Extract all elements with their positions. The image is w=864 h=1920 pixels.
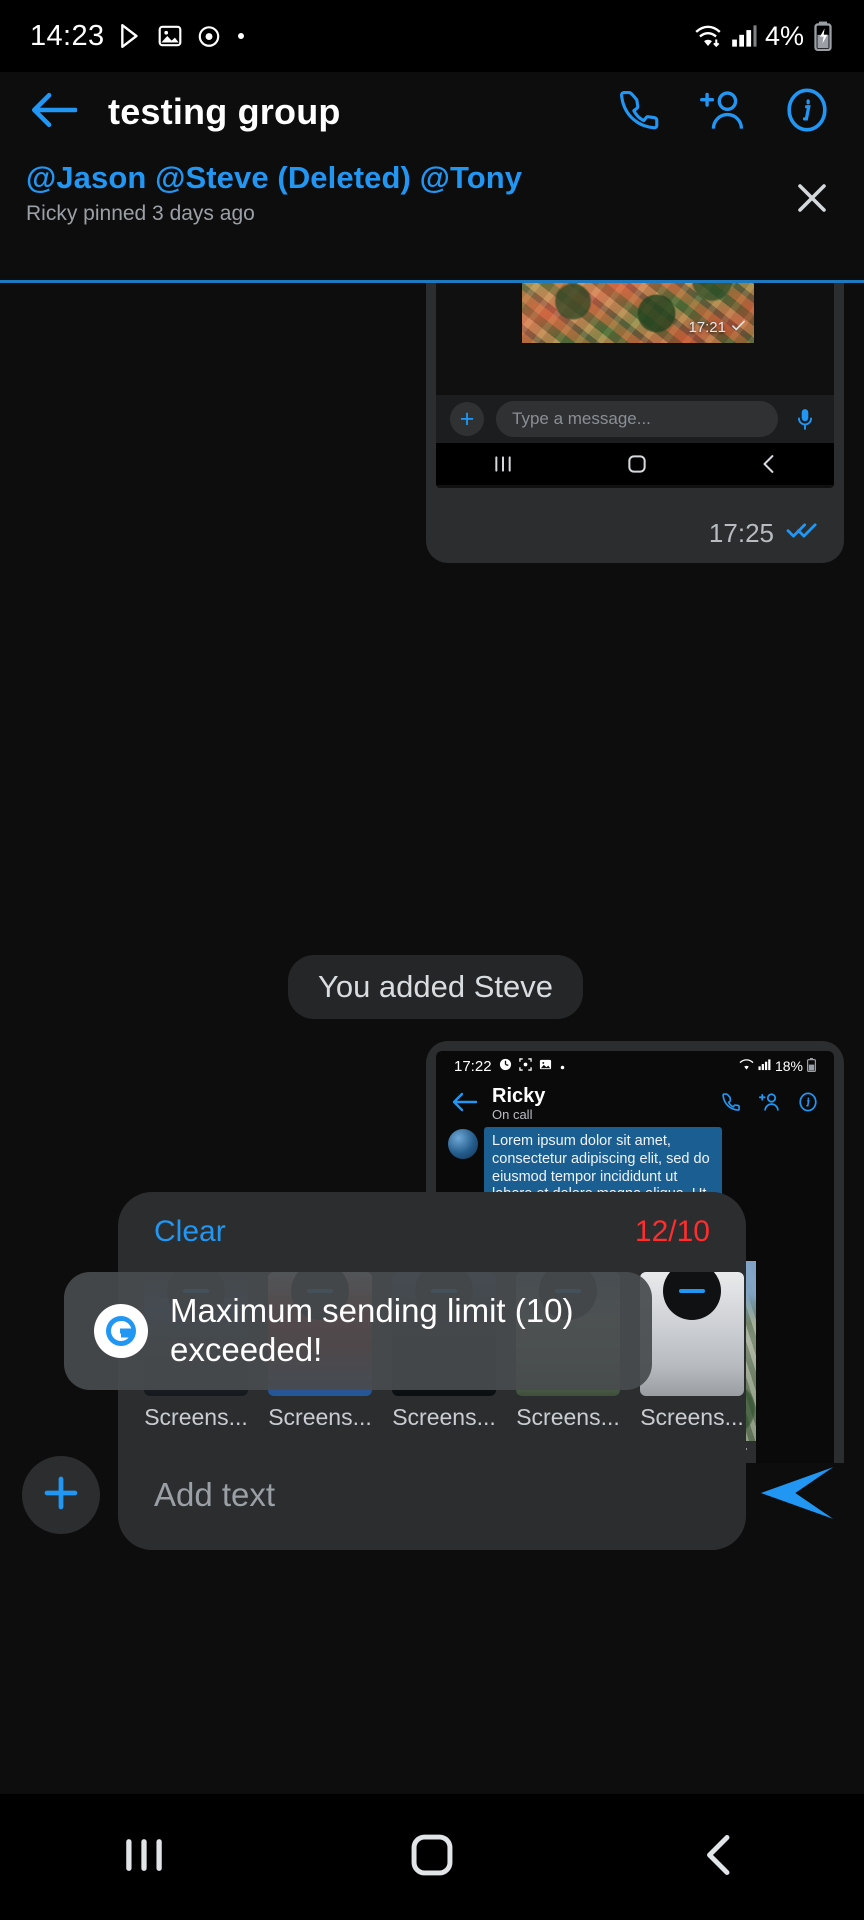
thumbnail-caption: Screens... — [640, 1404, 744, 1430]
system-event-message: You added Steve — [288, 955, 584, 1019]
nested-contact-name: Ricky — [492, 1085, 546, 1107]
microphone-icon — [790, 408, 820, 430]
double-check-icon — [786, 518, 820, 549]
back-arrow-icon — [31, 90, 78, 135]
recents-icon — [493, 456, 513, 472]
toast-message: Maximum sending limit (10) exceeded! — [170, 1292, 574, 1368]
info-button[interactable] — [784, 87, 830, 138]
nested-contact-block: Ricky On call — [492, 1085, 546, 1123]
alarm-icon — [499, 1058, 512, 1075]
close-icon — [794, 180, 830, 221]
signal-icon — [731, 23, 757, 49]
nested-screenshot-1: 17:21 + Type a message... — [436, 283, 834, 488]
back-icon — [703, 1834, 737, 1881]
pinned-mentions: @Jason @Steve (Deleted) @Tony — [26, 160, 523, 195]
back-button-nav[interactable] — [660, 1822, 780, 1892]
info-icon — [798, 1092, 818, 1117]
home-button[interactable] — [372, 1822, 492, 1892]
pinned-subtitle: Ricky pinned 3 days ago — [26, 202, 255, 225]
nested-message-input: Type a message... — [496, 401, 778, 437]
message-bubble-outgoing[interactable]: 17:21 + Type a message... 17:25 — [426, 283, 844, 563]
nested-system-nav-1 — [436, 443, 834, 485]
gallery-icon — [539, 1058, 552, 1075]
composer-bar[interactable]: Add text — [118, 1440, 746, 1550]
system-navigation-bar[interactable] — [0, 1794, 864, 1920]
nested-photo-thumbnail: 17:21 — [522, 283, 754, 343]
send-button[interactable] — [752, 1450, 842, 1540]
screenshot-icon — [518, 1057, 532, 1075]
status-bar: 14:23 4% — [0, 0, 864, 72]
nested-header-actions-2 — [721, 1092, 818, 1117]
add-person-icon — [700, 87, 746, 138]
plus-icon — [40, 1472, 82, 1519]
call-icon — [721, 1092, 741, 1117]
app-logo-icon — [94, 1304, 148, 1358]
status-bar-right: 4% — [693, 21, 834, 52]
battery-charging-icon — [812, 21, 834, 51]
header-actions — [616, 87, 838, 138]
back-arrow-icon — [452, 1091, 478, 1118]
call-icon — [617, 88, 661, 137]
nested-composer-1: + Type a message... — [436, 395, 834, 443]
message-timestamp: 17:25 — [708, 518, 774, 548]
nested-plus-icon: + — [450, 402, 484, 436]
nested-photo-timestamp: 17:21 — [688, 319, 726, 336]
nested-chat-header-2: Ricky On call — [436, 1081, 834, 1127]
battery-percent: 4% — [764, 20, 804, 51]
attachment-thumbnail[interactable]: Screens... — [640, 1272, 744, 1432]
pinned-close-button[interactable] — [790, 178, 834, 222]
thumbnail-caption: Screens... — [144, 1404, 248, 1430]
nested-contact-status: On call — [492, 1107, 533, 1122]
play-store-icon — [118, 23, 144, 49]
add-text-input[interactable]: Add text — [154, 1476, 275, 1514]
add-person-icon — [758, 1092, 780, 1117]
thumbnail-caption: Screens... — [392, 1404, 496, 1430]
nested-status-right-2: 18% — [739, 1057, 817, 1075]
gallery-icon — [157, 23, 183, 49]
add-person-button[interactable] — [700, 89, 746, 135]
home-icon — [411, 1834, 453, 1881]
home-icon — [628, 455, 646, 473]
thumbnail-caption: Screens... — [516, 1404, 620, 1430]
pinned-message-bar[interactable]: @Jason @Steve (Deleted) @Tony Ricky pinn… — [0, 152, 864, 252]
nested-status-bar-2: 17:22 18% — [436, 1051, 834, 1081]
call-button[interactable] — [616, 89, 662, 135]
status-bar-left: 14:23 — [30, 20, 247, 53]
thumbnail-caption: Screens... — [268, 1404, 372, 1430]
attachment-panel-header: Clear 12/10 — [118, 1192, 746, 1272]
phone-screen: 14:23 4% testing group @Jason @Steve (De… — [0, 0, 864, 1920]
info-icon — [784, 87, 830, 138]
dot-icon — [559, 1058, 566, 1075]
chat-header: testing group — [0, 72, 864, 152]
recents-icon — [123, 1838, 165, 1877]
selection-count-badge: 12/10 — [634, 1215, 710, 1248]
nested-photo-timestamp-group: 17:21 — [688, 318, 746, 337]
recents-button[interactable] — [84, 1822, 204, 1892]
back-icon — [761, 455, 777, 473]
message-meta-1: 17:25 — [709, 518, 820, 549]
wifi-icon — [739, 1058, 754, 1074]
wifi-icon — [693, 23, 723, 49]
nested-status-clock: 17:22 — [454, 1057, 492, 1075]
clear-button[interactable]: Clear — [154, 1215, 226, 1249]
send-icon — [757, 1462, 837, 1529]
nested-battery-percent: 18% — [774, 1058, 803, 1074]
back-button[interactable] — [26, 84, 82, 140]
toast-notification: Maximum sending limit (10) exceeded! — [64, 1272, 652, 1390]
battery-icon — [807, 1057, 817, 1075]
add-attachment-button[interactable] — [22, 1456, 100, 1534]
avatar — [448, 1129, 478, 1159]
single-check-icon — [731, 318, 746, 337]
signal-icon — [758, 1058, 771, 1074]
status-clock: 14:23 — [30, 19, 105, 52]
page-title: testing group — [108, 91, 341, 132]
dot-icon — [235, 30, 247, 42]
alarm-icon — [196, 23, 222, 49]
